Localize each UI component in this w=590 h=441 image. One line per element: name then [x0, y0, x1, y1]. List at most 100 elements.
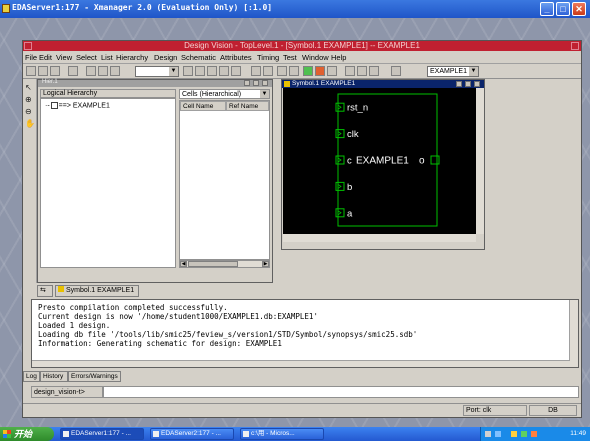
scrollbar-thumb[interactable]: [188, 261, 238, 267]
menu-test[interactable]: Test: [283, 53, 297, 62]
new-view-icon[interactable]: [68, 66, 78, 76]
tab-log[interactable]: Log: [23, 371, 40, 382]
scroll-left-icon[interactable]: ◀: [180, 261, 187, 267]
menu-schematic[interactable]: Schematic: [181, 53, 216, 62]
hierarchy-title: Hier.1: [42, 79, 58, 85]
zoom-in-icon[interactable]: ⊕: [25, 95, 32, 104]
task-word-document[interactable]: c:\用 - Micros...: [240, 428, 324, 440]
play-icon[interactable]: [277, 66, 287, 76]
schematic-canvas[interactable]: rst_n clk c b a EXAMPLE1 o: [283, 88, 476, 234]
output-pin-o[interactable]: [430, 155, 440, 165]
menu-window[interactable]: Window: [302, 53, 329, 62]
input-pin-a[interactable]: [335, 208, 345, 218]
tab-history[interactable]: History: [40, 371, 68, 382]
input-pin-b[interactable]: [335, 181, 345, 191]
chevron-down-icon[interactable]: ▼: [469, 67, 478, 76]
menu-timing[interactable]: Timing: [257, 53, 279, 62]
print-icon[interactable]: [50, 66, 60, 76]
xmanager-minimize-button[interactable]: _: [540, 2, 554, 16]
chevron-down-icon[interactable]: ▼: [169, 67, 178, 76]
symbol-icon[interactable]: [369, 66, 379, 76]
maximize-icon[interactable]: [571, 42, 579, 50]
symbol-horizontal-scrollbar[interactable]: [283, 234, 476, 242]
zoom-icon[interactable]: [110, 66, 120, 76]
symbol-view-icon: [284, 81, 290, 87]
menu-help[interactable]: Help: [331, 53, 346, 62]
menu-edit[interactable]: Edit: [39, 53, 52, 62]
chevron-down-icon[interactable]: ▼: [260, 90, 269, 98]
command-prompt-label: design_vision-t>: [31, 386, 103, 398]
search-combo[interactable]: ▼: [135, 66, 179, 77]
maximize-icon[interactable]: [465, 81, 471, 87]
command-input[interactable]: [103, 386, 579, 398]
tree-item-example1[interactable]: ·- ==> EXAMPLE1: [45, 102, 110, 109]
arrow-up-icon[interactable]: [263, 66, 273, 76]
design-selector-combo[interactable]: EXAMPLE1 ▼: [427, 66, 479, 77]
help-icon[interactable]: [495, 431, 501, 437]
save-icon[interactable]: [38, 66, 48, 76]
run-green-icon[interactable]: [303, 66, 313, 76]
input-pin-c[interactable]: [335, 155, 345, 165]
menu-view[interactable]: View: [56, 53, 72, 62]
keyboard-icon[interactable]: [485, 431, 491, 437]
timing-path-icon[interactable]: [315, 66, 325, 76]
zoom-out-icon[interactable]: [195, 66, 205, 76]
stop-icon[interactable]: [289, 66, 299, 76]
critical-path-icon[interactable]: [327, 66, 337, 76]
menu-attributes[interactable]: Attributes: [220, 53, 252, 62]
network-icon[interactable]: [511, 431, 517, 437]
tab-errors-warnings[interactable]: Errors/Warnings: [68, 371, 121, 382]
menu-file[interactable]: File: [25, 53, 37, 62]
schematic-icon[interactable]: [345, 66, 355, 76]
minimize-icon[interactable]: [244, 80, 250, 86]
pointer-icon[interactable]: [98, 66, 108, 76]
zoom-fit-icon[interactable]: [207, 66, 217, 76]
hierarchy-icon[interactable]: [357, 66, 367, 76]
logical-hierarchy-tree: ·- ==> EXAMPLE1: [40, 98, 176, 268]
column-header-ref-name[interactable]: Ref Name: [226, 101, 269, 111]
design-vision-title: Design Vision - TopLevel.1 - [Symbol.1 E…: [184, 41, 420, 50]
cells-filter-combo[interactable]: Cells (Hierarchical) ▼: [179, 89, 270, 99]
pointer-icon[interactable]: ↖: [25, 83, 32, 92]
cells-table: Cell Name Ref Name: [179, 100, 270, 260]
menu-select[interactable]: Select: [76, 53, 97, 62]
minimize-icon[interactable]: [456, 81, 462, 87]
zoom-in-icon[interactable]: [183, 66, 193, 76]
scroll-right-icon[interactable]: ▶: [262, 261, 269, 267]
pan-hand-icon[interactable]: ✋: [25, 119, 35, 128]
open-icon[interactable]: [26, 66, 36, 76]
maximize-icon[interactable]: [253, 80, 259, 86]
input-pin-rst-n[interactable]: [335, 102, 345, 112]
arrow-down-icon[interactable]: [251, 66, 261, 76]
design-vision-title-bar: Design Vision - TopLevel.1 - [Symbol.1 E…: [23, 41, 581, 51]
input-pin-clk[interactable]: [335, 129, 345, 139]
cells-horizontal-scrollbar[interactable]: ◀ ▶: [179, 260, 270, 268]
close-icon[interactable]: [262, 80, 268, 86]
console-horizontal-scrollbar[interactable]: [32, 360, 570, 367]
tab-symbol[interactable]: Symbol.1 EXAMPLE1: [55, 285, 139, 297]
xmanager-maximize-button[interactable]: □: [556, 2, 570, 16]
menu-design[interactable]: Design: [154, 53, 177, 62]
task-edaserver1[interactable]: EDAServer1:177 - ...: [60, 428, 144, 440]
pan-icon[interactable]: [219, 66, 229, 76]
tab-hierarchy-icon[interactable]: ⇆: [37, 285, 53, 297]
column-header-cell-name[interactable]: Cell Name: [180, 101, 226, 111]
task-edaserver2[interactable]: EDAServer2:177 - ...: [150, 428, 234, 440]
security-icon[interactable]: [531, 431, 537, 437]
xmanager-close-button[interactable]: ✕: [572, 2, 586, 16]
zoom-area-icon[interactable]: [231, 66, 241, 76]
menu-list[interactable]: List: [101, 53, 113, 62]
tab-symbol-label: Symbol.1 EXAMPLE1: [66, 287, 135, 294]
port-label-o: o: [419, 156, 425, 167]
start-button[interactable]: 开始: [0, 427, 54, 441]
histogram-icon[interactable]: [391, 66, 401, 76]
symbol-vertical-scrollbar[interactable]: [476, 88, 484, 234]
close-icon[interactable]: [474, 81, 480, 87]
zoom-out-icon[interactable]: ⊖: [25, 107, 32, 116]
expand-icon[interactable]: [50, 102, 58, 109]
select-icon[interactable]: [86, 66, 96, 76]
console-vertical-scrollbar[interactable]: [569, 300, 578, 367]
logical-hierarchy-header[interactable]: Logical Hierarchy: [40, 89, 176, 98]
volume-icon[interactable]: [521, 431, 527, 437]
menu-hierarchy[interactable]: Hierarchy: [116, 53, 148, 62]
